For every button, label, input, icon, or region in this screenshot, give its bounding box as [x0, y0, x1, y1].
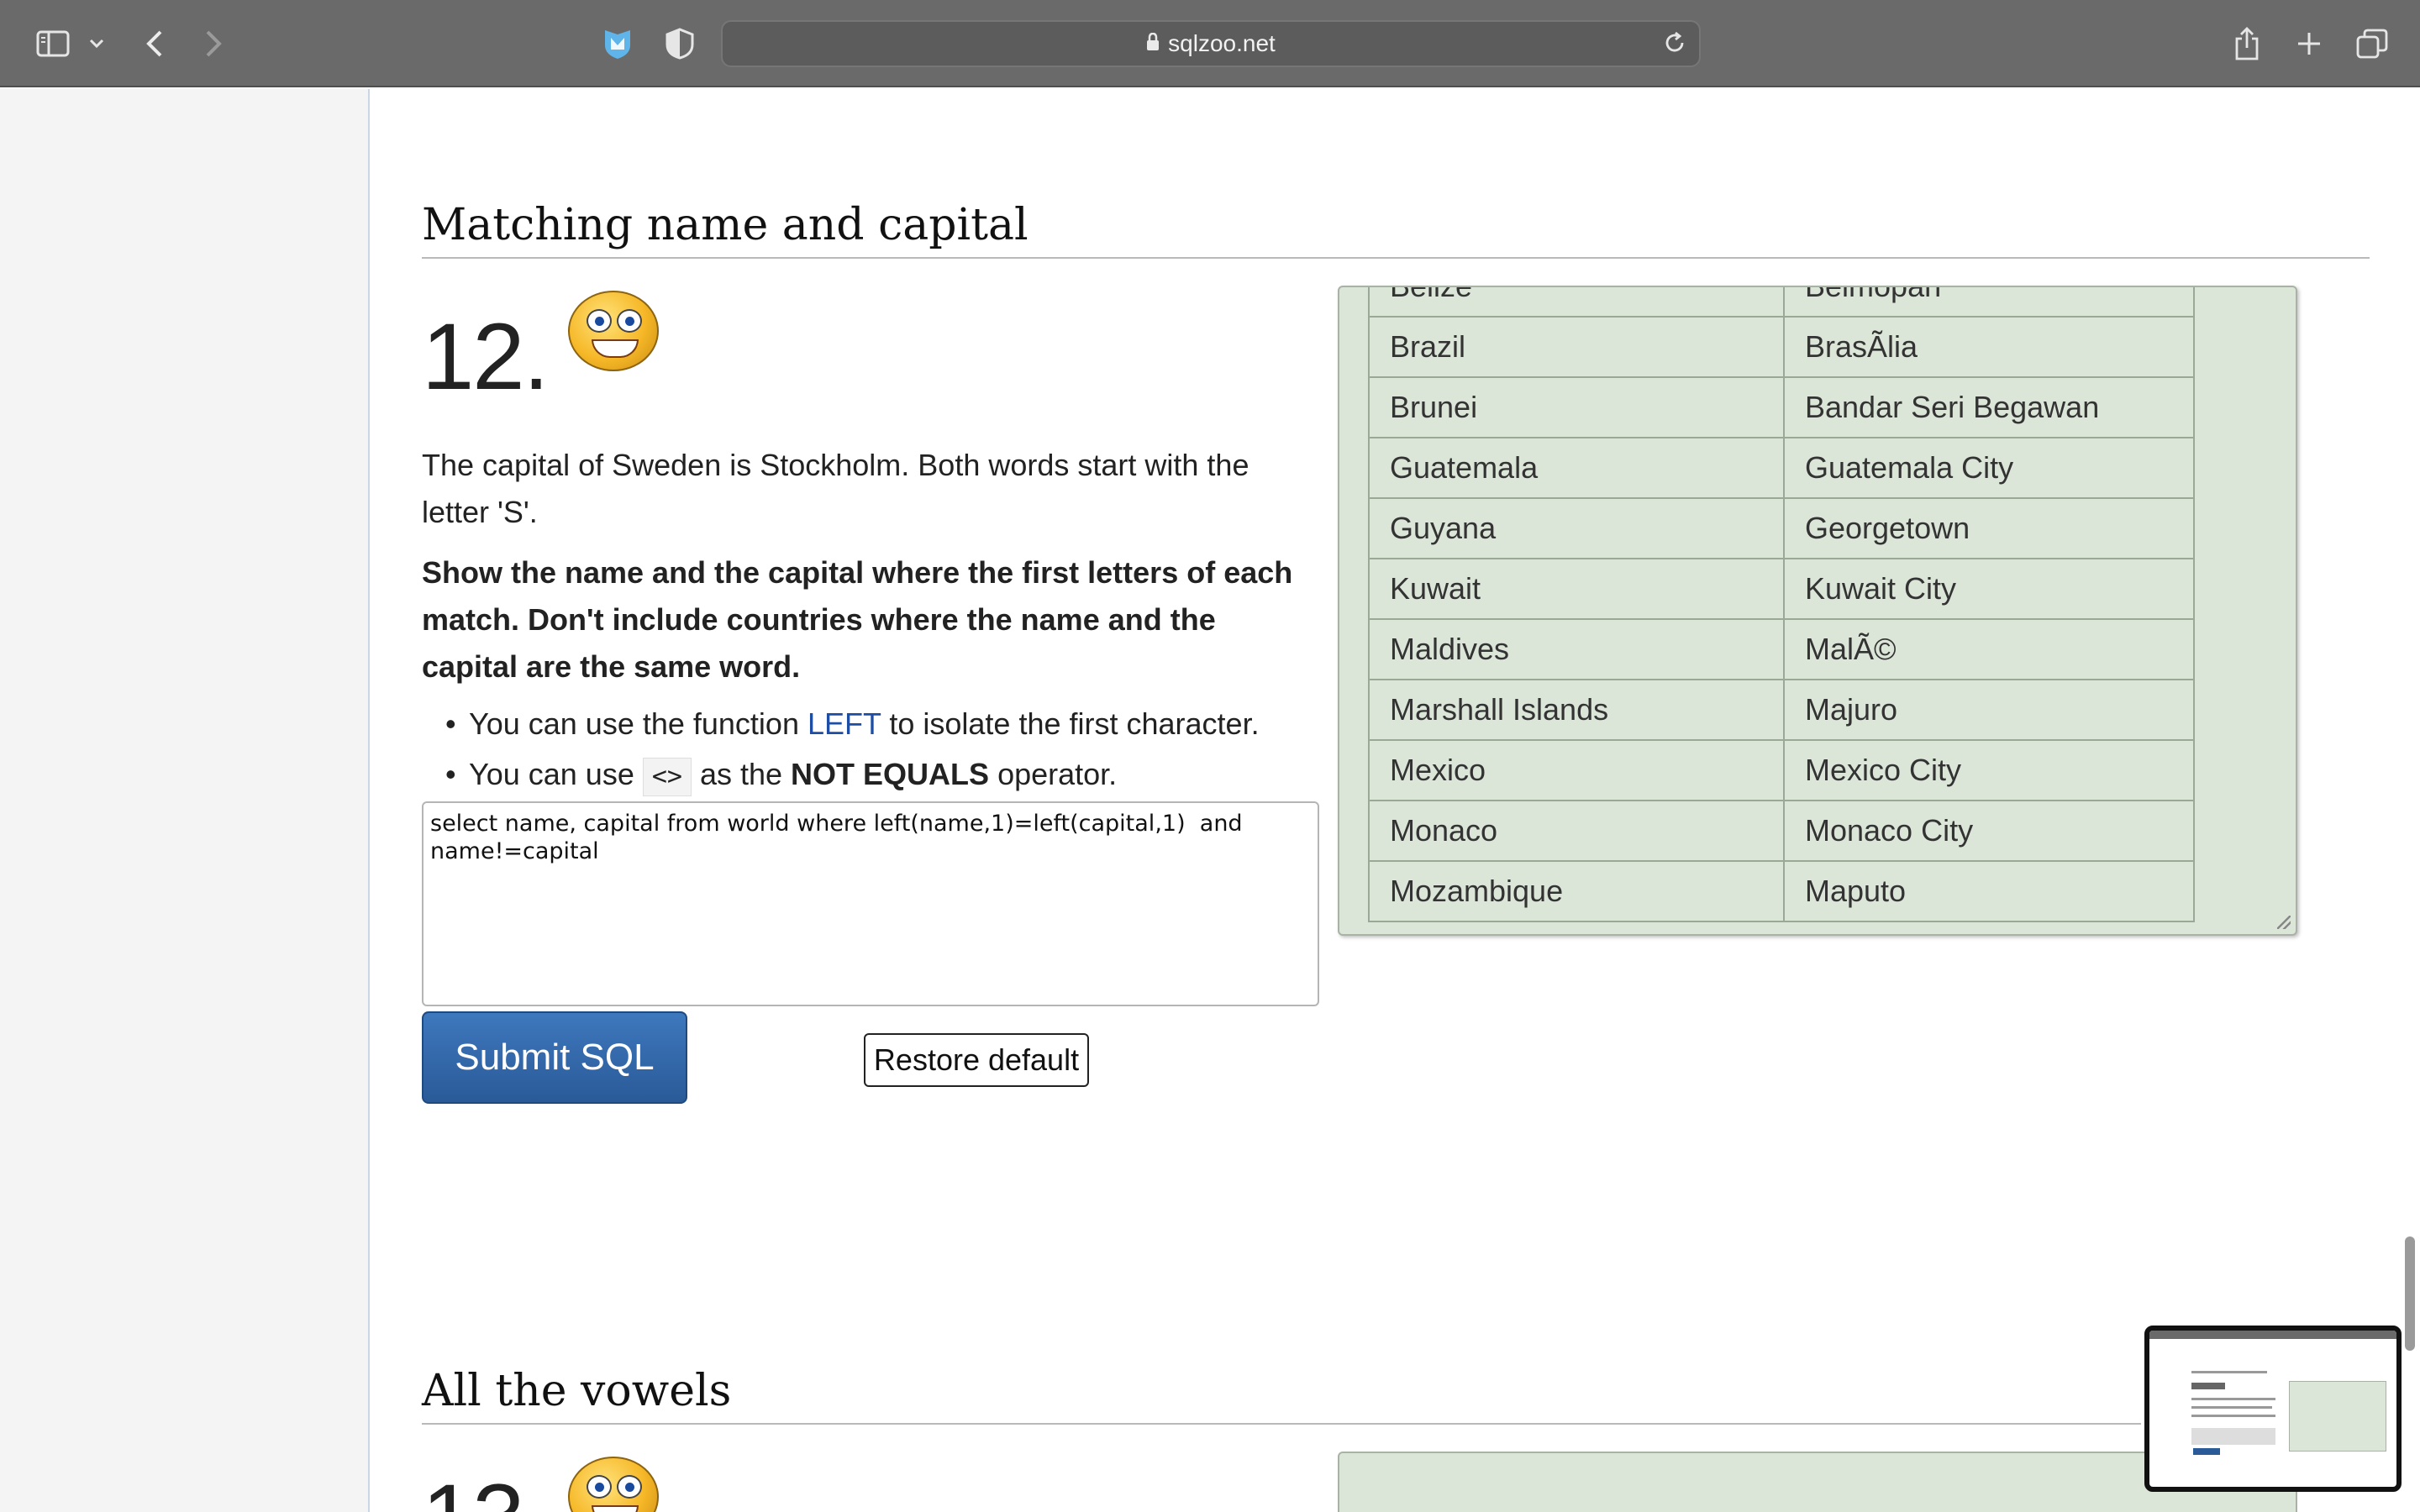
country-name-cell: Brazil — [1368, 316, 1785, 378]
table-row: Mexico Mexico City — [1368, 739, 2195, 801]
left-function-link[interactable]: LEFT — [808, 706, 881, 741]
screenshot-thumbnail[interactable] — [2144, 1326, 2402, 1492]
resize-grip-icon[interactable] — [2277, 916, 2291, 929]
capital-cell: Bandar Seri Begawan — [1783, 376, 2195, 438]
section-heading: Matching name and capital — [422, 200, 1028, 250]
page-scrollbar[interactable] — [2405, 1236, 2415, 1351]
capital-cell: Belmopan — [1783, 287, 2195, 318]
table-row: Kuwait Kuwait City — [1368, 558, 2195, 620]
country-name-cell: Belize — [1368, 287, 1785, 318]
browser-toolbar: sqlzoo.net — [0, 0, 2420, 87]
table-row: Monaco Monaco City — [1368, 800, 2195, 862]
hint-list: You can use the function LEFT to isolate… — [445, 699, 1328, 800]
country-name-cell: Mozambique — [1368, 860, 1785, 922]
heading-divider-2 — [422, 1423, 2141, 1425]
country-name-cell: Guyana — [1368, 497, 1785, 559]
capital-cell: Monaco City — [1783, 800, 2195, 862]
table-row: Belize Belmopan — [1368, 287, 2195, 318]
new-tab-icon[interactable] — [2291, 24, 2328, 64]
hint-item: You can use the function LEFT to isolate… — [445, 699, 1328, 749]
country-name-cell: Monaco — [1368, 800, 1785, 862]
section-heading-2: All the vowels — [422, 1366, 732, 1416]
question-description: The capital of Sweden is Stockholm. Both… — [422, 448, 1249, 529]
tabs-overview-icon[interactable] — [2353, 24, 2391, 64]
heading-divider — [422, 257, 2370, 259]
table-row: Brazil BrasÃlia — [1368, 316, 2195, 378]
lock-icon — [1146, 30, 1160, 57]
capital-cell: Georgetown — [1783, 497, 2195, 559]
table-row: Maldives MalÃ© — [1368, 618, 2195, 680]
extension-shield-icon[interactable] — [598, 24, 637, 64]
country-name-cell: Marshall Islands — [1368, 679, 1785, 741]
share-icon[interactable] — [2228, 24, 2265, 64]
reload-icon[interactable] — [1662, 30, 1687, 61]
capital-cell: Kuwait City — [1783, 558, 2195, 620]
question-task: Show the name and the capital where the … — [422, 555, 1293, 684]
country-name-cell: Guatemala — [1368, 437, 1785, 499]
smiley-icon — [568, 291, 659, 371]
restore-default-button[interactable]: Restore default — [864, 1033, 1089, 1087]
not-equals-code: <> — [642, 758, 692, 796]
capital-cell: MalÃ© — [1783, 618, 2195, 680]
capital-cell: Majuro — [1783, 679, 2195, 741]
left-sidebar — [0, 89, 370, 1512]
chevron-down-icon[interactable] — [84, 24, 109, 64]
forward-icon[interactable] — [197, 24, 230, 64]
question-number-2: 13. — [422, 1463, 550, 1512]
address-bar[interactable]: sqlzoo.net — [721, 20, 1701, 67]
table-row: Guyana Georgetown — [1368, 497, 2195, 559]
table-row: Guatemala Guatemala City — [1368, 437, 2195, 499]
table-row: Mozambique Maputo — [1368, 860, 2195, 922]
back-icon[interactable] — [138, 24, 171, 64]
table-row: Brunei Bandar Seri Begawan — [1368, 376, 2195, 438]
sidebar-icon[interactable] — [32, 24, 74, 64]
capital-cell: BrasÃlia — [1783, 316, 2195, 378]
capital-cell: Mexico City — [1783, 739, 2195, 801]
table-row: Marshall Islands Majuro — [1368, 679, 2195, 741]
privacy-shield-icon[interactable] — [660, 24, 699, 64]
country-name-cell: Brunei — [1368, 376, 1785, 438]
url-text: sqlzoo.net — [1168, 30, 1276, 56]
capital-cell: Maputo — [1783, 860, 2195, 922]
hint-item: You can use <> as the NOT EQUALS operato… — [445, 749, 1328, 800]
sql-editor[interactable]: select name, capital from world where le… — [422, 801, 1319, 1006]
question-number: 12. — [422, 304, 550, 409]
country-name-cell: Kuwait — [1368, 558, 1785, 620]
result-table: Belize Belmopan Brazil BrasÃlia Brunei Bandar… — [1368, 287, 2195, 922]
smiley-icon-2 — [568, 1457, 659, 1512]
capital-cell: Guatemala City — [1783, 437, 2195, 499]
result-panel[interactable]: Belize Belmopan Brazil BrasÃlia Brunei Bandar… — [1338, 286, 2297, 936]
submit-sql-button[interactable]: Submit SQL — [422, 1011, 687, 1104]
country-name-cell: Maldives — [1368, 618, 1785, 680]
country-name-cell: Mexico — [1368, 739, 1785, 801]
